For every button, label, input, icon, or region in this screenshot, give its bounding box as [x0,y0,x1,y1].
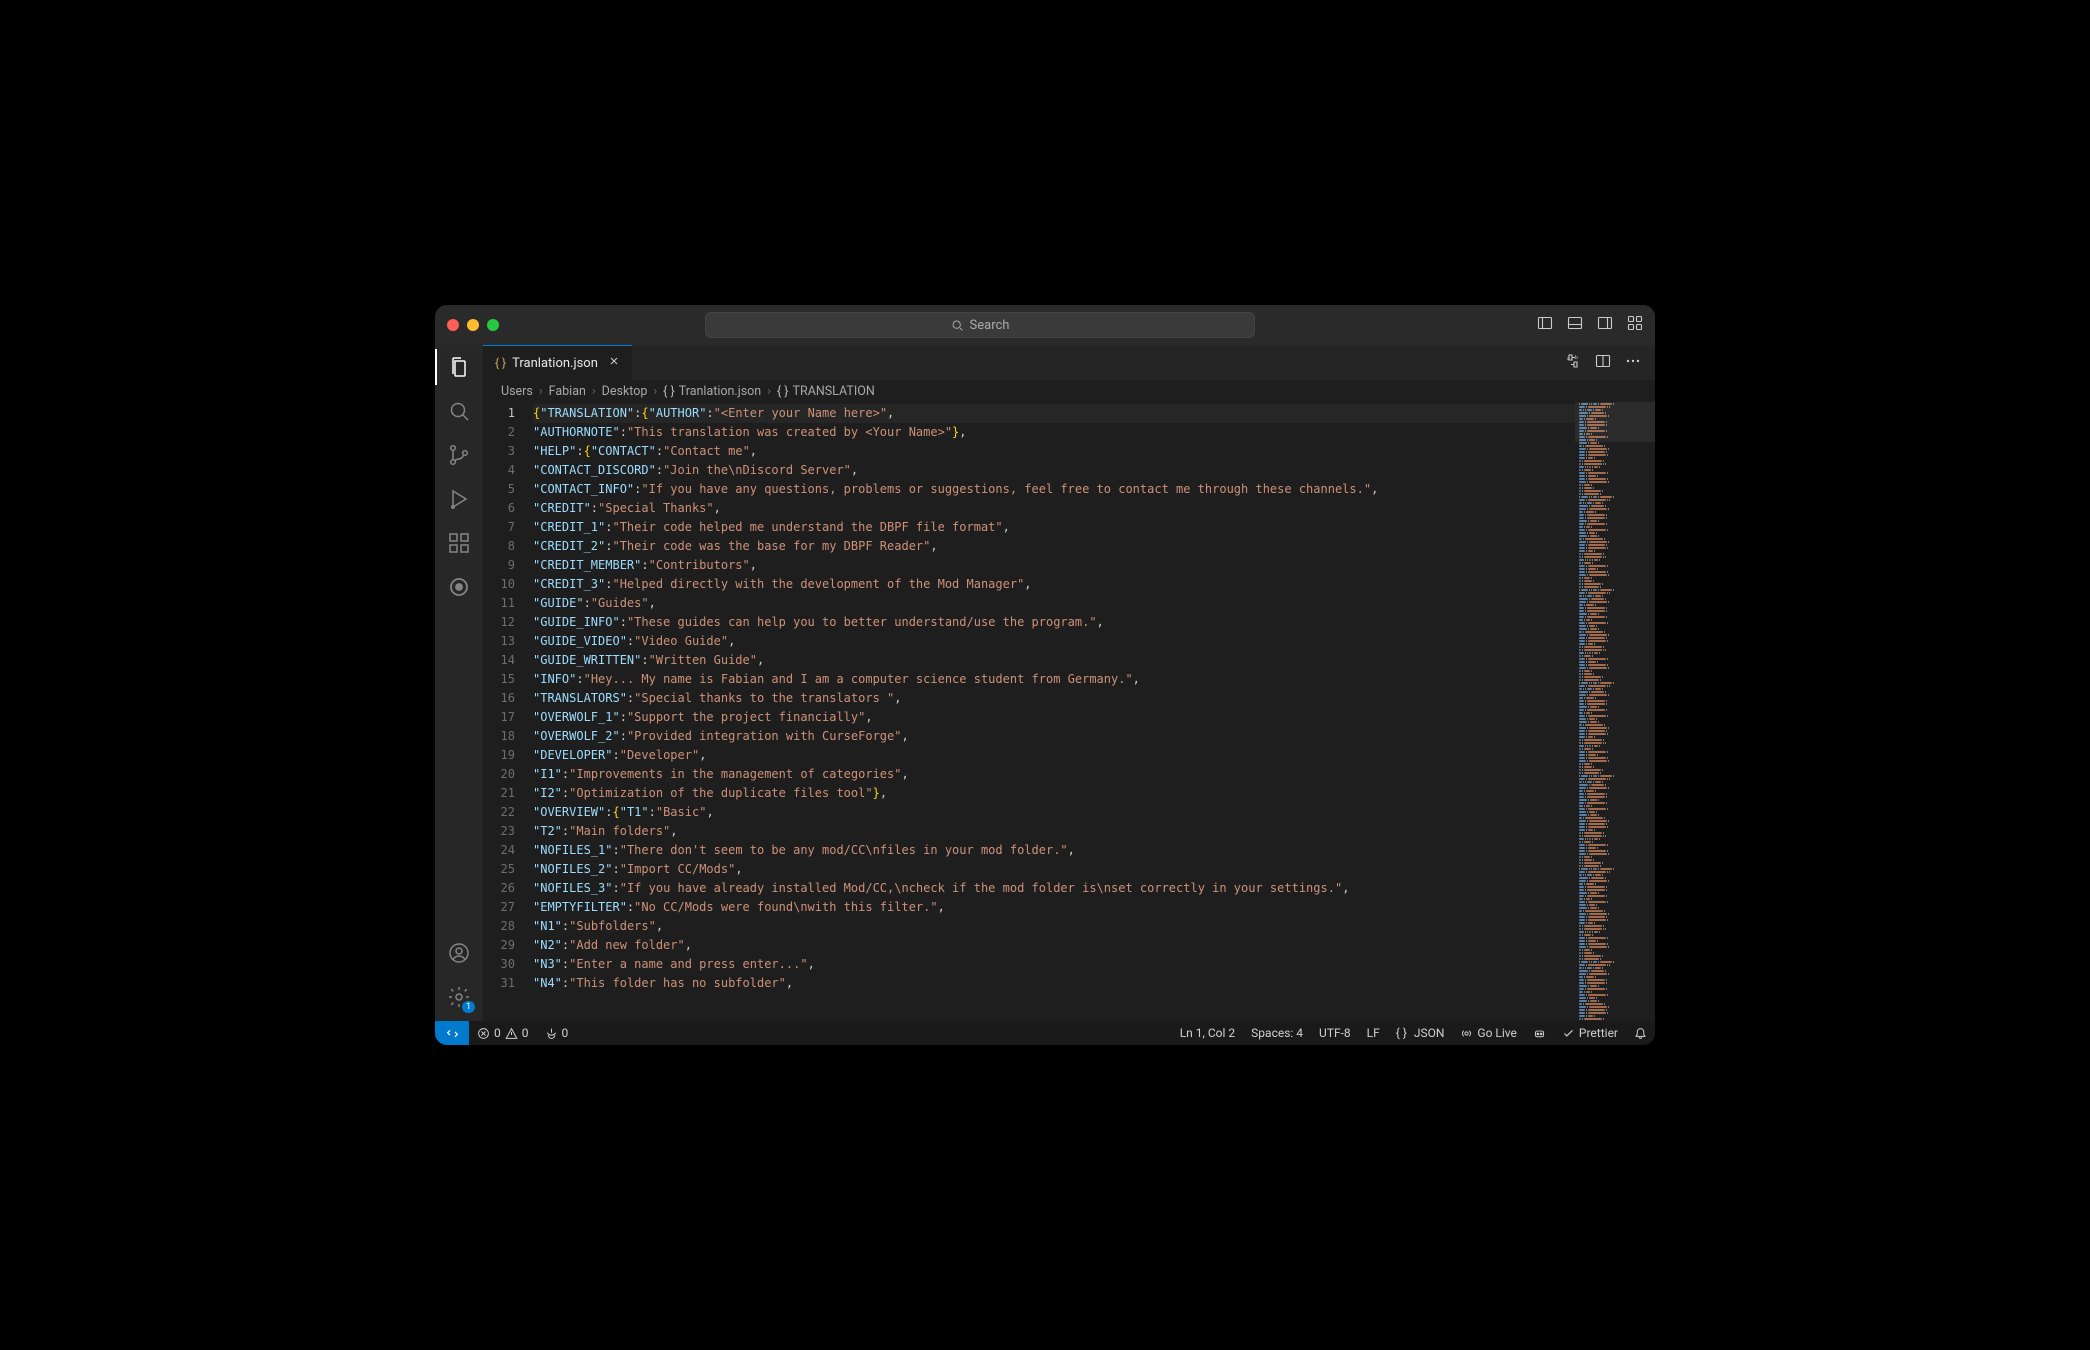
editor-area: 1234567891011121314151617181920212223242… [483,402,1655,1021]
breadcrumb-item[interactable]: Desktop [602,384,648,399]
eol-status[interactable]: LF [1359,1021,1388,1045]
toggle-panel-icon[interactable] [1567,315,1583,335]
customize-layout-icon[interactable] [1627,315,1643,335]
search-input[interactable]: Search [705,312,1255,338]
minimize-window-button[interactable] [467,319,479,331]
cursor-position[interactable]: Ln 1, Col 2 [1172,1021,1243,1045]
more-actions-icon[interactable] [1625,353,1641,373]
minimap-viewport[interactable] [1575,402,1655,442]
indentation-status[interactable]: Spaces: 4 [1243,1021,1311,1045]
svg-text:a: a [1567,356,1570,362]
editor-column: { } Tranlation.json ab Users › Fabian › … [483,345,1655,1021]
source-control-icon[interactable] [447,443,471,467]
code-editor[interactable]: {"TRANSLATION":{"AUTHOR":"<Enter your Na… [533,402,1575,1021]
toggle-primary-sidebar-icon[interactable] [1537,315,1553,335]
chevron-right-icon: › [592,384,596,399]
breadcrumb-item[interactable]: TRANSLATION [793,384,875,399]
json-icon: { } [495,356,506,370]
extensions-icon[interactable] [447,531,471,555]
error-count: 0 [494,1026,501,1040]
search-icon[interactable] [447,399,471,423]
maximize-window-button[interactable] [487,319,499,331]
chevron-right-icon: › [653,384,657,399]
language-mode[interactable]: { } JSON [1388,1021,1453,1045]
tab-filename: Tranlation.json [512,356,598,371]
remote-button[interactable] [435,1021,469,1045]
breadcrumb-item[interactable]: Tranlation.json [679,384,761,399]
go-live-button[interactable]: Go Live [1452,1021,1524,1045]
close-window-button[interactable] [447,319,459,331]
search-placeholder: Search [970,318,1010,333]
settings-badge: 1 [462,1001,475,1013]
chevron-right-icon: › [767,384,771,399]
notifications-icon[interactable] [1626,1021,1655,1045]
activity-bar: 1 [435,345,483,1021]
svg-text:b: b [1575,355,1578,361]
explorer-icon[interactable] [447,355,471,379]
json-icon: { } [777,384,789,399]
nav-arrows [667,316,685,335]
chevron-right-icon: › [539,384,543,399]
diff-icon[interactable]: ab [1565,353,1581,373]
run-debug-icon[interactable] [447,487,471,511]
editor-tab[interactable]: { } Tranlation.json [483,345,632,380]
titlebar-right-controls [1537,315,1643,335]
json-icon: { } [663,384,675,399]
traffic-lights [447,319,499,331]
title-bar: Search [435,305,1655,345]
problems-status[interactable]: 0 0 [469,1021,537,1045]
minimap[interactable] [1575,402,1655,1021]
breadcrumb-item[interactable]: Users [501,384,533,399]
port-count: 0 [562,1026,569,1040]
toggle-secondary-sidebar-icon[interactable] [1597,315,1613,335]
target-icon[interactable] [447,575,471,599]
app-window: Search [435,305,1655,1045]
prettier-status[interactable]: Prettier [1554,1021,1626,1045]
line-gutter: 1234567891011121314151617181920212223242… [483,402,533,1021]
tab-bar: { } Tranlation.json ab [483,345,1655,380]
accounts-icon[interactable] [447,941,471,965]
main-area: 1 { } Tranlation.json ab [435,345,1655,1021]
split-editor-icon[interactable] [1595,353,1611,373]
close-tab-icon[interactable] [608,355,620,371]
status-bar: 0 0 0 Ln 1, Col 2 Spaces: 4 UTF-8 LF { }… [435,1021,1655,1045]
tab-actions: ab [1565,345,1655,380]
ports-status[interactable]: 0 [537,1021,577,1045]
warning-count: 0 [522,1026,529,1040]
encoding-status[interactable]: UTF-8 [1311,1021,1359,1045]
breadcrumb-item[interactable]: Fabian [549,384,586,399]
copilot-icon[interactable] [1525,1021,1554,1045]
settings-gear-icon[interactable]: 1 [447,985,471,1009]
breadcrumbs[interactable]: Users › Fabian › Desktop › { } Tranlatio… [483,380,1655,402]
